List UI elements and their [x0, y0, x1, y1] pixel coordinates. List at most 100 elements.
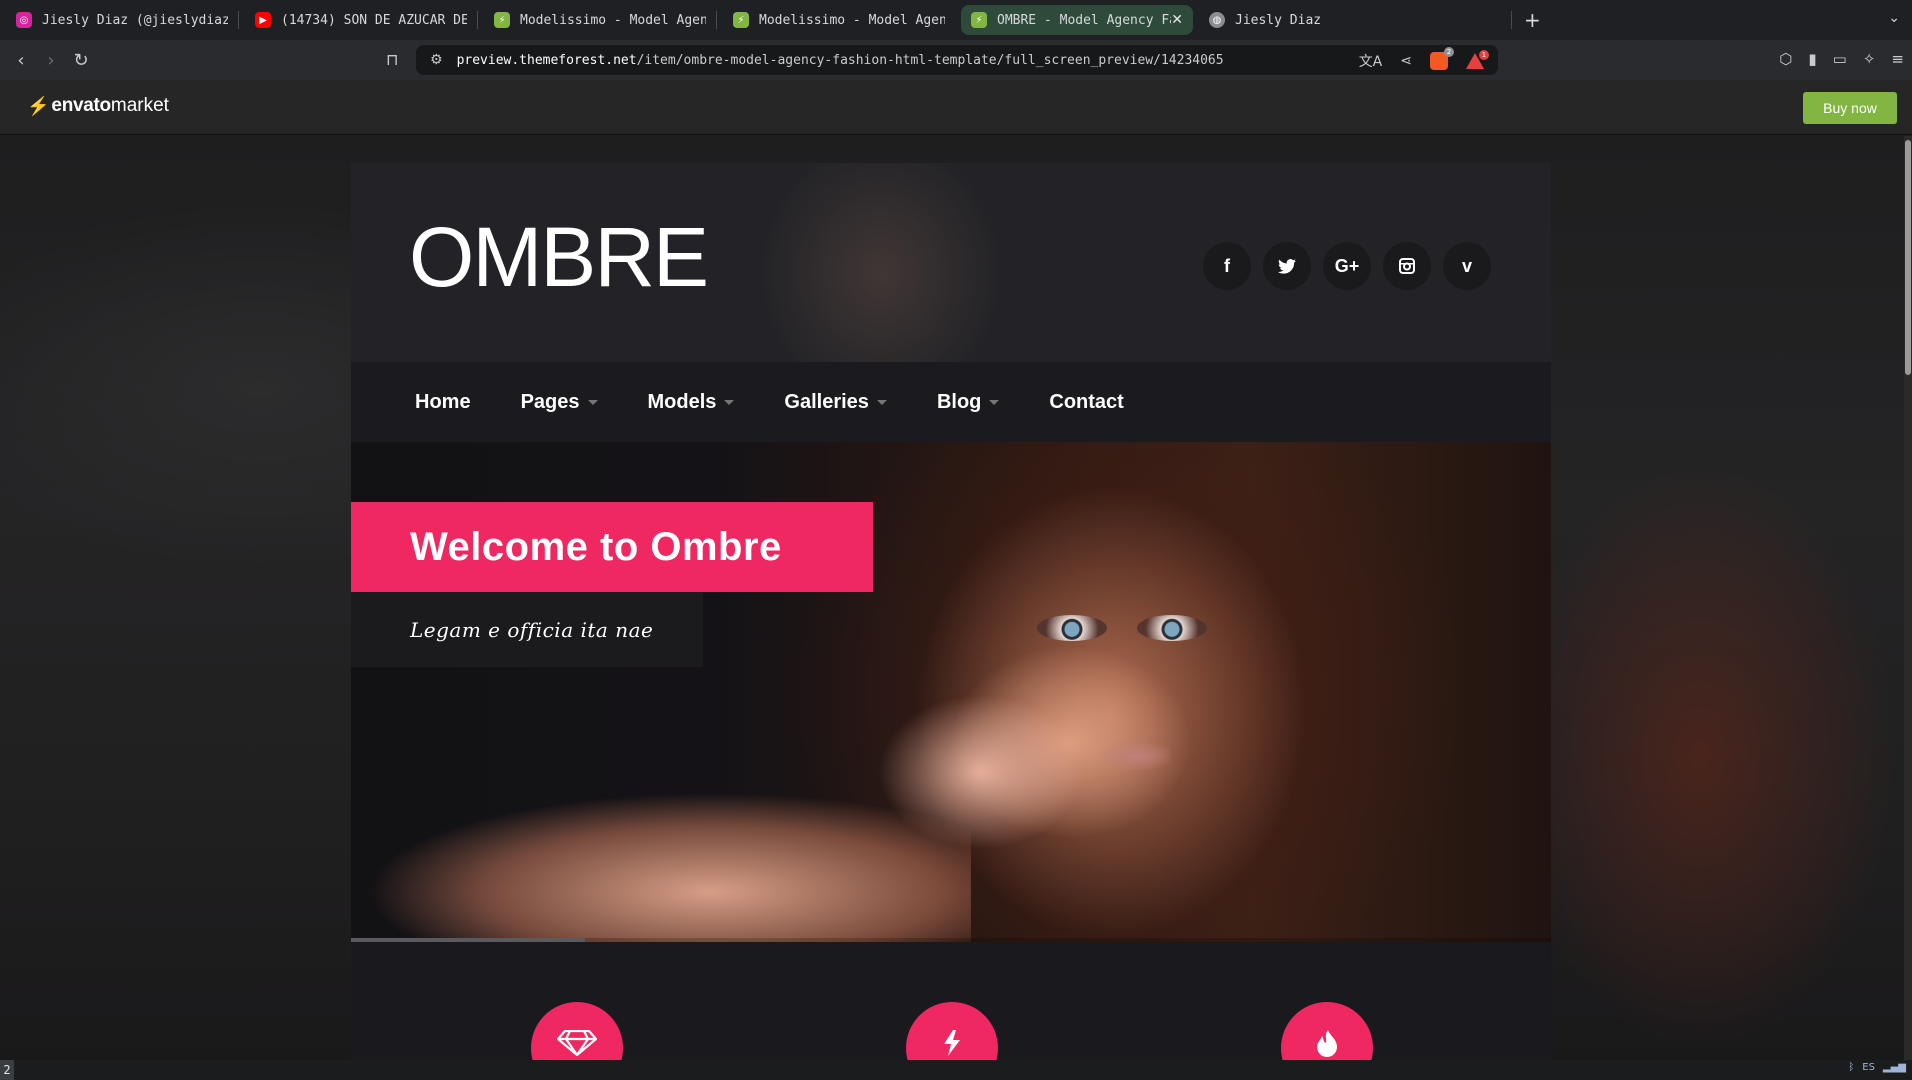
- chevron-down-icon[interactable]: ⌄: [1888, 10, 1900, 26]
- bookmark-icon[interactable]: ⊓: [386, 50, 398, 69]
- nav-label: Pages: [520, 390, 580, 413]
- page-scrollbar[interactable]: [1904, 136, 1912, 1060]
- browser-tab[interactable]: ◍ Jiesly Diaz: [1199, 5, 1431, 35]
- tab-divider: [716, 11, 717, 29]
- main-navigation: Home Pages Models Galleries Blog Contact: [351, 362, 1551, 442]
- bluetooth-icon[interactable]: ᛒ: [1848, 1062, 1854, 1073]
- ombre-site: OMBRE f G+ v Home Pages Models Galleries…: [351, 163, 1551, 1060]
- menu-icon[interactable]: ≡: [1891, 50, 1904, 68]
- hero-photo-lips: [1101, 742, 1171, 770]
- nav-label: Galleries: [784, 390, 869, 413]
- hero-photo-eye: [1037, 615, 1107, 641]
- twitter-icon[interactable]: [1263, 242, 1311, 290]
- extensions-icon[interactable]: ⬡: [1779, 50, 1792, 68]
- signal-icon[interactable]: ▂▄▆: [1883, 1062, 1906, 1073]
- envato-preview-bar: ⚡ envato market Buy now: [0, 80, 1912, 135]
- envato-brand: envato: [51, 95, 111, 116]
- sidebar-icon[interactable]: ▮: [1808, 50, 1816, 68]
- nav-label: Home: [415, 390, 471, 413]
- url-host: preview.themeforest.net: [456, 52, 637, 68]
- nav-home[interactable]: Home: [415, 391, 471, 414]
- tab-divider: [238, 11, 239, 29]
- system-tray: ᛒ ES ▂▄▆: [1848, 1062, 1906, 1073]
- translate-icon[interactable]: 文A: [1359, 51, 1383, 71]
- instagram-icon[interactable]: [1383, 242, 1431, 290]
- hero-title-box: Welcome to Ombre: [351, 502, 873, 592]
- flame-icon[interactable]: [1281, 1002, 1373, 1060]
- alert-badge: 1: [1479, 50, 1489, 60]
- nav-label: Contact: [1049, 390, 1124, 413]
- tab-title: (14734) SON DE AZÚCAR DE CU: [281, 12, 467, 28]
- nav-label: Blog: [936, 390, 982, 413]
- caret-down-icon: [989, 399, 1000, 405]
- youtube-icon: ▶: [255, 12, 271, 28]
- desktop-status-bar: 2 ᛒ ES ▂▄▆: [0, 1060, 1912, 1080]
- tab-title: Modelissimo - Model Agency: [520, 12, 706, 28]
- workspace-indicator[interactable]: 2: [0, 1060, 14, 1080]
- nav-contact[interactable]: Contact: [1049, 391, 1123, 414]
- browser-tab[interactable]: ⚡ Modelissimo - Model Agency: [484, 5, 716, 35]
- tab-divider: [477, 11, 478, 29]
- caret-down-icon: [876, 399, 887, 405]
- scroll-thumb[interactable]: [1905, 140, 1911, 375]
- tab-title: OMBRE - Model Agency Fa: [997, 12, 1172, 28]
- leo-ai-icon[interactable]: ✧: [1863, 50, 1876, 68]
- site-settings-icon[interactable]: ⚙: [430, 52, 443, 68]
- browser-tab[interactable]: ◎ Jiesly Diaz (@jieslydiaz) •: [6, 5, 238, 35]
- social-links: f G+ v: [1203, 242, 1491, 290]
- browser-tab[interactable]: ⚡ Modelissimo - Model Agency: [723, 5, 955, 35]
- browser-tab[interactable]: ▶ (14734) SON DE AZÚCAR DE CU: [245, 5, 477, 35]
- close-tab-icon[interactable]: ✕: [1171, 12, 1183, 28]
- wallet-icon[interactable]: ▭: [1833, 50, 1847, 68]
- nav-blog[interactable]: Blog: [936, 390, 1000, 414]
- hero-title: Welcome to Ombre: [410, 524, 782, 569]
- url-path: /item/ombre-model-agency-fashion-html-te…: [636, 52, 1224, 68]
- site-header: OMBRE f G+ v: [351, 163, 1551, 362]
- caret-down-icon: [587, 399, 598, 405]
- google-plus-icon[interactable]: G+: [1323, 242, 1371, 290]
- hero-photo-hand: [851, 672, 1111, 862]
- back-button[interactable]: ‹: [6, 50, 36, 71]
- nav-galleries[interactable]: Galleries: [784, 391, 887, 414]
- envato-leaf-icon: ⚡: [971, 12, 987, 28]
- reload-button[interactable]: ↻: [66, 50, 96, 71]
- vimeo-icon[interactable]: v: [1443, 242, 1491, 290]
- new-tab-button[interactable]: +: [1524, 8, 1541, 32]
- share-icon[interactable]: ⋖: [1400, 53, 1412, 69]
- envato-leaf-icon: ⚡: [733, 12, 749, 28]
- caret-down-icon: [724, 399, 735, 405]
- address-bar[interactable]: ⚙ preview.themeforest.net/item/ombre-mod…: [416, 45, 1498, 75]
- nav-label: Models: [647, 390, 717, 413]
- envato-leaf-icon: ⚡: [27, 95, 50, 116]
- hero-photo-eye: [1137, 615, 1207, 641]
- site-logo[interactable]: OMBRE: [409, 215, 709, 299]
- tab-title: Jiesly Diaz: [1235, 12, 1322, 28]
- bolt-icon[interactable]: [906, 1002, 998, 1060]
- instagram-icon: ◎: [16, 12, 32, 28]
- facebook-icon[interactable]: f: [1203, 242, 1251, 290]
- hero-subtitle: Legam e officia ita nae: [410, 617, 654, 642]
- tab-strip: ◎ Jiesly Diaz (@jieslydiaz) • ▶ (14734) …: [0, 0, 1912, 40]
- diamond-icon[interactable]: [531, 1002, 623, 1060]
- hero-subtitle-box: Legam e officia ita nae: [351, 592, 703, 667]
- envato-leaf-icon: ⚡: [494, 12, 510, 28]
- keyboard-layout[interactable]: ES: [1862, 1062, 1875, 1073]
- forward-button[interactable]: ›: [36, 50, 66, 71]
- globe-icon: ◍: [1209, 12, 1225, 28]
- browser-tab-active[interactable]: ⚡ OMBRE - Model Agency Fa ✕: [961, 5, 1193, 35]
- nav-pages[interactable]: Pages: [521, 391, 598, 414]
- tab-title: Jiesly Diaz (@jieslydiaz) •: [42, 12, 228, 28]
- buy-now-button[interactable]: Buy now: [1803, 92, 1897, 124]
- hero-slider[interactable]: Welcome to Ombre Legam e officia ita nae: [351, 442, 1551, 942]
- tab-title: Modelissimo - Model Agency: [759, 12, 945, 28]
- nav-models[interactable]: Models: [648, 391, 735, 414]
- url-text: preview.themeforest.net/item/ombre-model…: [457, 53, 1224, 68]
- tab-divider: [1511, 11, 1512, 29]
- envato-market: market: [110, 95, 169, 116]
- brave-badge: 2: [1444, 47, 1454, 57]
- brave-shields-icon[interactable]: 2: [1430, 47, 1454, 70]
- brave-rewards-icon[interactable]: 1: [1466, 50, 1489, 69]
- page-viewport: OMBRE f G+ v Home Pages Models Galleries…: [0, 136, 1912, 1060]
- envato-market-logo[interactable]: ⚡ envato market: [27, 95, 169, 117]
- features-section: [351, 942, 1551, 1060]
